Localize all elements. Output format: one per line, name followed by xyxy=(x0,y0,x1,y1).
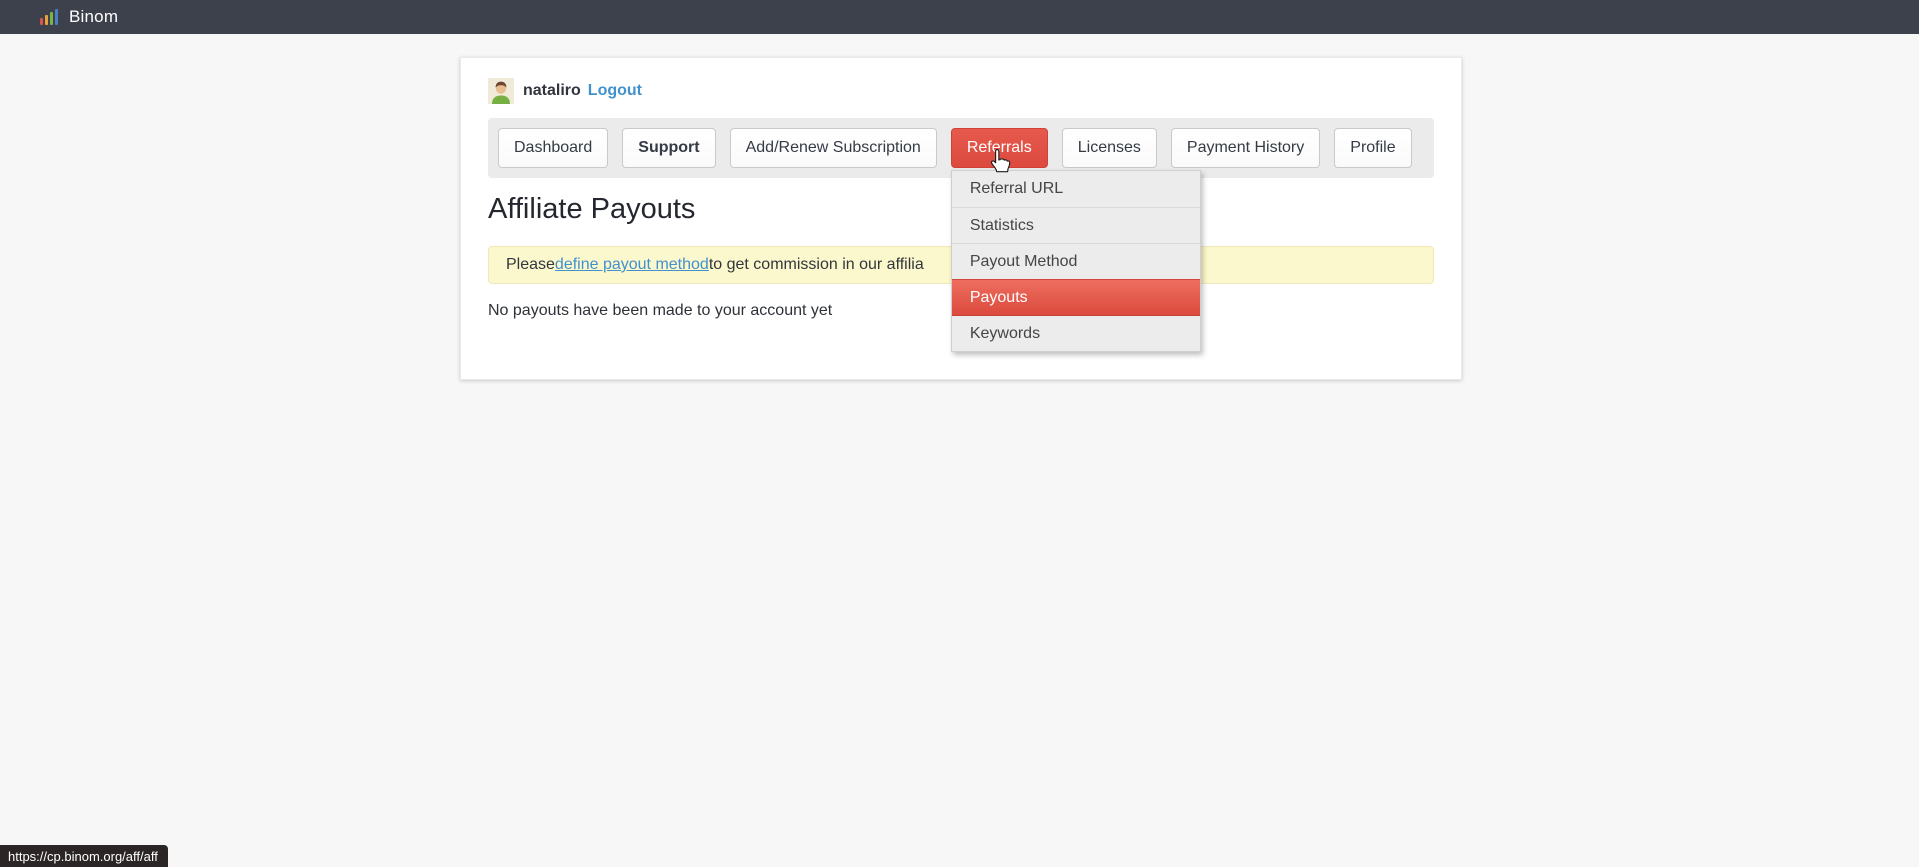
tab-dashboard[interactable]: Dashboard xyxy=(498,128,608,168)
status-url-tooltip: https://cp.binom.org/aff/aff xyxy=(0,845,168,867)
user-avatar xyxy=(488,78,514,104)
binom-bar-chart-logo-icon xyxy=(40,9,58,25)
tab-add-renew-subscription[interactable]: Add/Renew Subscription xyxy=(730,128,937,168)
menu-item-payout-method[interactable]: Payout Method xyxy=(952,243,1200,279)
menu-item-statistics[interactable]: Statistics xyxy=(952,207,1200,243)
tab-referrals[interactable]: Referrals xyxy=(951,128,1048,168)
referrals-dropdown-menu: Referral URL Statistics Payout Method Pa… xyxy=(951,170,1201,352)
alert-text-prefix: Please xyxy=(506,256,555,274)
topbar: Binom xyxy=(0,0,1919,34)
menu-item-referral-url[interactable]: Referral URL xyxy=(952,171,1200,207)
menu-item-keywords[interactable]: Keywords xyxy=(952,315,1200,351)
main-card: nataliro Logout Dashboard Support Add/Re… xyxy=(460,57,1462,380)
status-url-text: https://cp.binom.org/aff/aff xyxy=(8,849,158,864)
menu-item-payouts[interactable]: Payouts xyxy=(952,279,1200,315)
tab-payment-history[interactable]: Payment History xyxy=(1171,128,1320,168)
nav-tabs: Dashboard Support Add/Renew Subscription… xyxy=(488,118,1434,178)
tab-profile[interactable]: Profile xyxy=(1334,128,1411,168)
alert-text-suffix: to get commission in our affilia xyxy=(709,256,924,274)
username: nataliro xyxy=(523,82,581,100)
logout-link[interactable]: Logout xyxy=(588,82,642,100)
define-payout-method-link[interactable]: define payout method xyxy=(555,256,709,274)
user-row: nataliro Logout xyxy=(488,78,1434,104)
brand-title[interactable]: Binom xyxy=(69,7,118,27)
tab-support[interactable]: Support xyxy=(622,128,715,168)
tab-licenses[interactable]: Licenses xyxy=(1062,128,1157,168)
